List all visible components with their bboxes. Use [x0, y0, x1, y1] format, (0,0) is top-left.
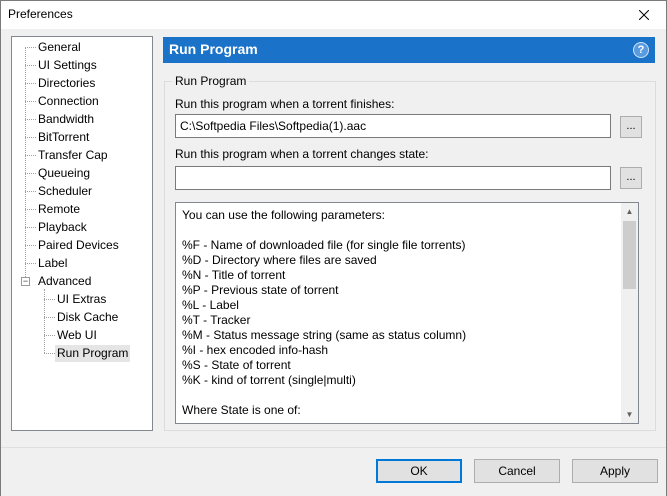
tree-item-bittorrent[interactable]: BitTorrent	[36, 129, 91, 146]
tree-line	[25, 209, 36, 210]
tree-line	[44, 299, 55, 300]
tree-line	[25, 65, 36, 66]
tree-line	[25, 137, 36, 138]
tree-item-queueing[interactable]: Queueing	[36, 165, 92, 182]
group-title: Run Program	[172, 74, 250, 88]
change-label: Run this program when a torrent changes …	[175, 147, 429, 161]
collapse-icon[interactable]: −	[21, 277, 30, 286]
parameter-line: %K - kind of torrent (single|multi)	[182, 373, 356, 387]
scroll-down-icon[interactable]: ▼	[621, 406, 638, 423]
close-icon	[639, 10, 649, 20]
parameter-line	[182, 223, 612, 238]
tree-item-connection[interactable]: Connection	[36, 93, 101, 110]
tree-item-remote[interactable]: Remote	[36, 201, 82, 218]
window-title: Preferences	[8, 7, 73, 21]
finish-browse-button[interactable]: ...	[620, 116, 642, 138]
finish-program-input[interactable]	[175, 114, 611, 138]
parameters-text: You can use the following parameters: %F …	[182, 208, 612, 418]
tree-item-general[interactable]: General	[36, 39, 83, 56]
tree-item-run-program[interactable]: Run Program	[55, 345, 131, 362]
tree-item-ui-extras[interactable]: UI Extras	[55, 291, 108, 308]
parameters-scrollbar[interactable]: ▲ ▼	[621, 203, 638, 423]
section-header: Run Program ?	[163, 37, 655, 63]
ok-button[interactable]: OK	[376, 459, 462, 483]
help-icon[interactable]: ?	[633, 42, 649, 58]
tree-item-paired-devices[interactable]: Paired Devices	[36, 237, 121, 254]
tree-line	[25, 83, 36, 84]
tree-line	[25, 155, 36, 156]
scroll-thumb[interactable]	[623, 221, 636, 289]
tree-line	[44, 317, 55, 318]
scroll-up-icon[interactable]: ▲	[621, 203, 638, 220]
tree-line	[44, 353, 55, 354]
tree-item-scheduler[interactable]: Scheduler	[36, 183, 94, 200]
tree-line	[25, 263, 36, 264]
tree-item-directories[interactable]: Directories	[36, 75, 97, 92]
parameter-line: %D - Directory where files are saved	[182, 253, 377, 267]
parameters-textarea[interactable]: You can use the following parameters: %F …	[175, 202, 639, 424]
button-bar	[1, 447, 666, 496]
tree-item-label[interactable]: Label	[36, 255, 69, 272]
parameter-line: %P - Previous state of torrent	[182, 283, 339, 297]
tree-line	[44, 335, 55, 336]
finish-label: Run this program when a torrent finishes…	[175, 97, 395, 111]
tree-item-playback[interactable]: Playback	[36, 219, 89, 236]
preferences-window: Preferences General UI Settings Director…	[0, 0, 667, 496]
tree-item-disk-cache[interactable]: Disk Cache	[55, 309, 120, 326]
tree-line	[25, 245, 36, 246]
tree-line	[25, 191, 36, 192]
tree-item-web-ui[interactable]: Web UI	[55, 327, 99, 344]
tree-line	[25, 101, 36, 102]
tree-item-transfer-cap[interactable]: Transfer Cap	[36, 147, 110, 164]
tree-line	[25, 119, 36, 120]
tree-line	[25, 227, 36, 228]
parameter-line: You can use the following parameters:	[182, 208, 386, 222]
parameter-line: %L - Label	[182, 298, 239, 312]
parameter-line: Where State is one of:	[182, 403, 301, 417]
parameter-line: %N - Title of torrent	[182, 268, 286, 282]
tree-item-bandwidth[interactable]: Bandwidth	[36, 111, 96, 128]
tree-item-advanced[interactable]: Advanced	[36, 273, 93, 290]
parameter-line: %S - State of torrent	[182, 358, 291, 372]
apply-button[interactable]: Apply	[572, 459, 658, 483]
close-button[interactable]	[622, 1, 666, 29]
section-title: Run Program	[169, 41, 258, 57]
parameter-line: %T - Tracker	[182, 313, 251, 327]
parameter-line	[182, 388, 612, 403]
tree-line	[25, 173, 36, 174]
tree-item-ui-settings[interactable]: UI Settings	[36, 57, 99, 74]
parameter-line: %M - Status message string (same as stat…	[182, 328, 467, 342]
title-bar: Preferences	[1, 1, 666, 29]
tree-line	[25, 47, 36, 48]
change-browse-button[interactable]: ...	[620, 167, 642, 189]
parameter-line: %I - hex encoded info-hash	[182, 343, 329, 357]
cancel-button[interactable]: Cancel	[474, 459, 560, 483]
parameter-line: %F - Name of downloaded file (for single…	[182, 238, 466, 252]
preferences-tree[interactable]: General UI Settings Directories Connecti…	[11, 36, 153, 431]
change-program-input[interactable]	[175, 166, 611, 190]
